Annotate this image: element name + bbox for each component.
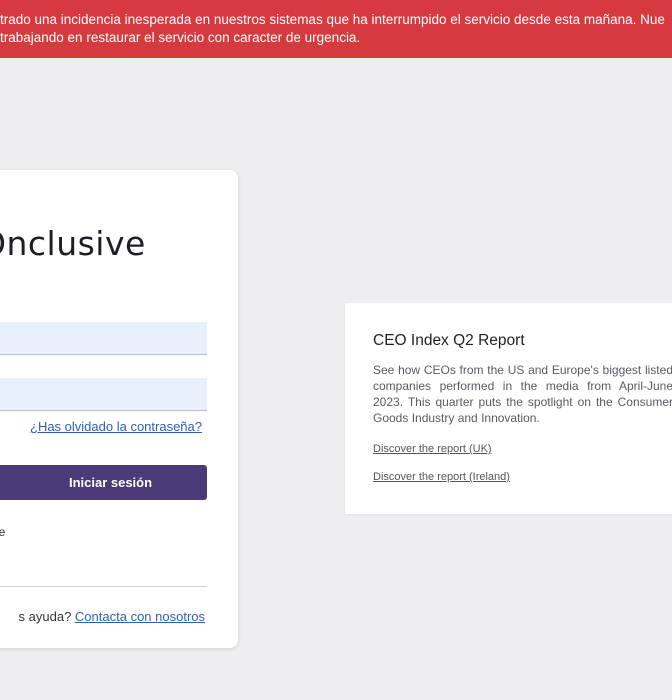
banner-line-1: trado una incidencia inesperada en nuest… — [0, 12, 665, 27]
help-text: s ayuda? — [18, 609, 72, 624]
username-input[interactable] — [0, 322, 207, 355]
brand-logo: Onclusive — [0, 224, 146, 263]
report-title: CEO Index Q2 Report — [373, 332, 525, 349]
forgot-password-link[interactable]: ¿Has olvidado la contraseña? — [30, 419, 202, 434]
banner-line-2: trabajando en restaurar el servicio con … — [0, 30, 361, 45]
report-link-uk[interactable]: Discover the report (UK) — [373, 443, 492, 455]
outage-banner: trado una incidencia inesperada en nuest… — [0, 0, 672, 58]
login-button[interactable]: Iniciar sesión — [0, 465, 207, 500]
login-card: Onclusive ¿Has olvidado la contraseña? I… — [0, 170, 238, 648]
report-card: CEO Index Q2 Report See how CEOs from th… — [345, 303, 672, 514]
help-row: s ayuda? Contacta con nosotros — [0, 609, 205, 624]
report-link-ireland[interactable]: Discover the report (Ireland) — [373, 471, 510, 483]
divider — [0, 586, 207, 587]
remember-me-label[interactable]: ne — [0, 525, 5, 539]
report-description: See how CEOs from the US and Europe's bi… — [373, 363, 672, 425]
password-input[interactable] — [0, 378, 207, 411]
contact-link[interactable]: Contacta con nosotros — [75, 609, 205, 624]
